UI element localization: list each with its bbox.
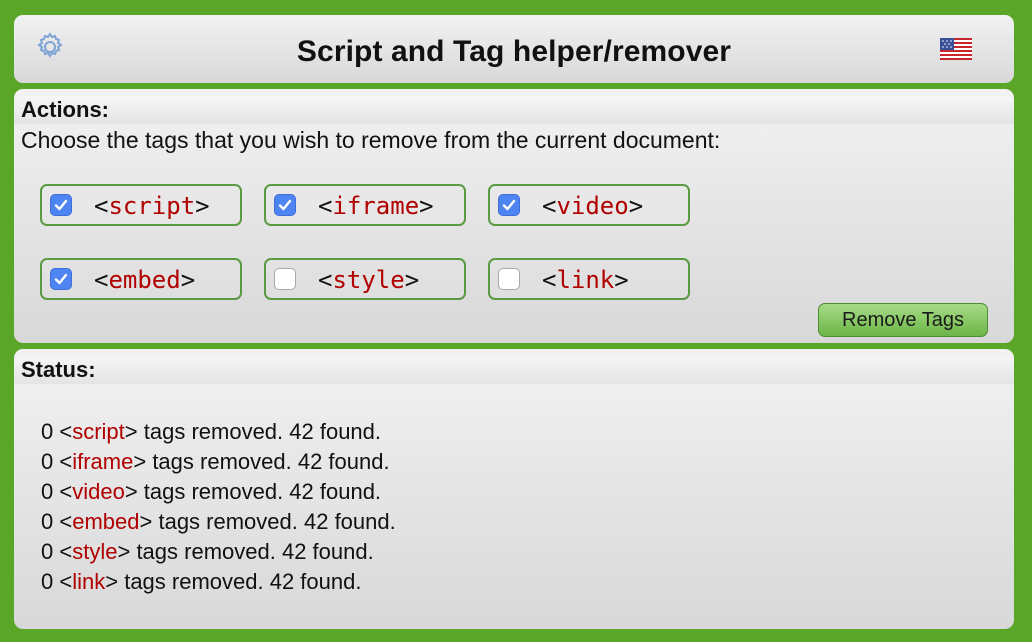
- removed-count: 0: [41, 419, 54, 444]
- status-line: 0 <iframe> tags removed. 42 found.: [41, 449, 390, 474]
- tag-option-video[interactable]: <video>: [488, 184, 690, 226]
- tag-label-video: <video>: [542, 192, 644, 220]
- tag-label-script: <script>: [94, 192, 210, 220]
- actions-panel: Actions: Choose the tags that you wish t…: [14, 89, 1014, 343]
- status-tag-name: iframe: [72, 449, 134, 474]
- actions-heading: Actions:: [14, 96, 1014, 124]
- status-message: tags removed. 42 found.: [146, 449, 390, 474]
- tag-name: link: [556, 266, 615, 294]
- status-message: tags removed. 42 found.: [118, 569, 362, 594]
- status-line: 0 <script> tags removed. 42 found.: [41, 419, 382, 444]
- actions-instructions: Choose the tags that you wish to remove …: [21, 127, 721, 153]
- status-tag-name: embed: [72, 509, 140, 534]
- status-panel: Status: 0 <script> tags removed. 42 foun…: [14, 349, 1014, 629]
- tag-name: video: [556, 192, 629, 220]
- status-tag-name: script: [72, 419, 125, 444]
- tag-label-embed: <embed>: [94, 266, 196, 294]
- checkbox-iframe[interactable]: [274, 194, 296, 216]
- removed-count: 0: [41, 449, 54, 474]
- status-line: 0 <style> tags removed. 42 found.: [41, 539, 374, 564]
- checkbox-link[interactable]: [498, 268, 520, 290]
- tag-name: script: [108, 192, 196, 220]
- page-title: Script and Tag helper/remover: [296, 35, 732, 68]
- tag-option-style[interactable]: <style>: [264, 258, 466, 300]
- tag-name: embed: [108, 266, 181, 294]
- status-log: 0 <script> tags removed. 42 found. 0 <ifr…: [41, 417, 396, 597]
- tag-label-style: <style>: [318, 266, 420, 294]
- checkbox-video[interactable]: [498, 194, 520, 216]
- status-line: 0 <embed> tags removed. 42 found.: [41, 509, 396, 534]
- status-tag-name: link: [72, 569, 106, 594]
- removed-count: 0: [41, 539, 54, 564]
- status-line: 0 <link> tags removed. 42 found.: [41, 569, 362, 594]
- checkbox-embed[interactable]: [50, 268, 72, 290]
- tag-name: iframe: [332, 192, 420, 220]
- us-flag-icon[interactable]: [940, 38, 972, 60]
- remove-tags-button[interactable]: Remove Tags: [818, 303, 988, 337]
- status-message: tags removed. 42 found.: [137, 419, 382, 444]
- header-panel: Script and Tag helper/remover: [14, 15, 1014, 83]
- removed-count: 0: [41, 509, 54, 534]
- status-heading: Status:: [14, 356, 1014, 384]
- tag-option-link[interactable]: <link>: [488, 258, 690, 300]
- removed-count: 0: [41, 569, 54, 594]
- status-message: tags removed. 42 found.: [137, 479, 382, 504]
- removed-count: 0: [41, 479, 54, 504]
- status-line: 0 <video> tags removed. 42 found.: [41, 479, 382, 504]
- tag-option-script[interactable]: <script>: [40, 184, 242, 226]
- tag-option-iframe[interactable]: <iframe>: [264, 184, 466, 226]
- checkbox-style[interactable]: [274, 268, 296, 290]
- status-message: tags removed. 42 found.: [130, 539, 374, 564]
- checkbox-script[interactable]: [50, 194, 72, 216]
- status-tag-name: video: [72, 479, 125, 504]
- tag-option-embed[interactable]: <embed>: [40, 258, 242, 300]
- tag-name: style: [332, 266, 405, 294]
- tag-label-link: <link>: [542, 266, 629, 294]
- status-tag-name: style: [72, 539, 118, 564]
- tag-label-iframe: <iframe>: [318, 192, 434, 220]
- status-message: tags removed. 42 found.: [152, 509, 396, 534]
